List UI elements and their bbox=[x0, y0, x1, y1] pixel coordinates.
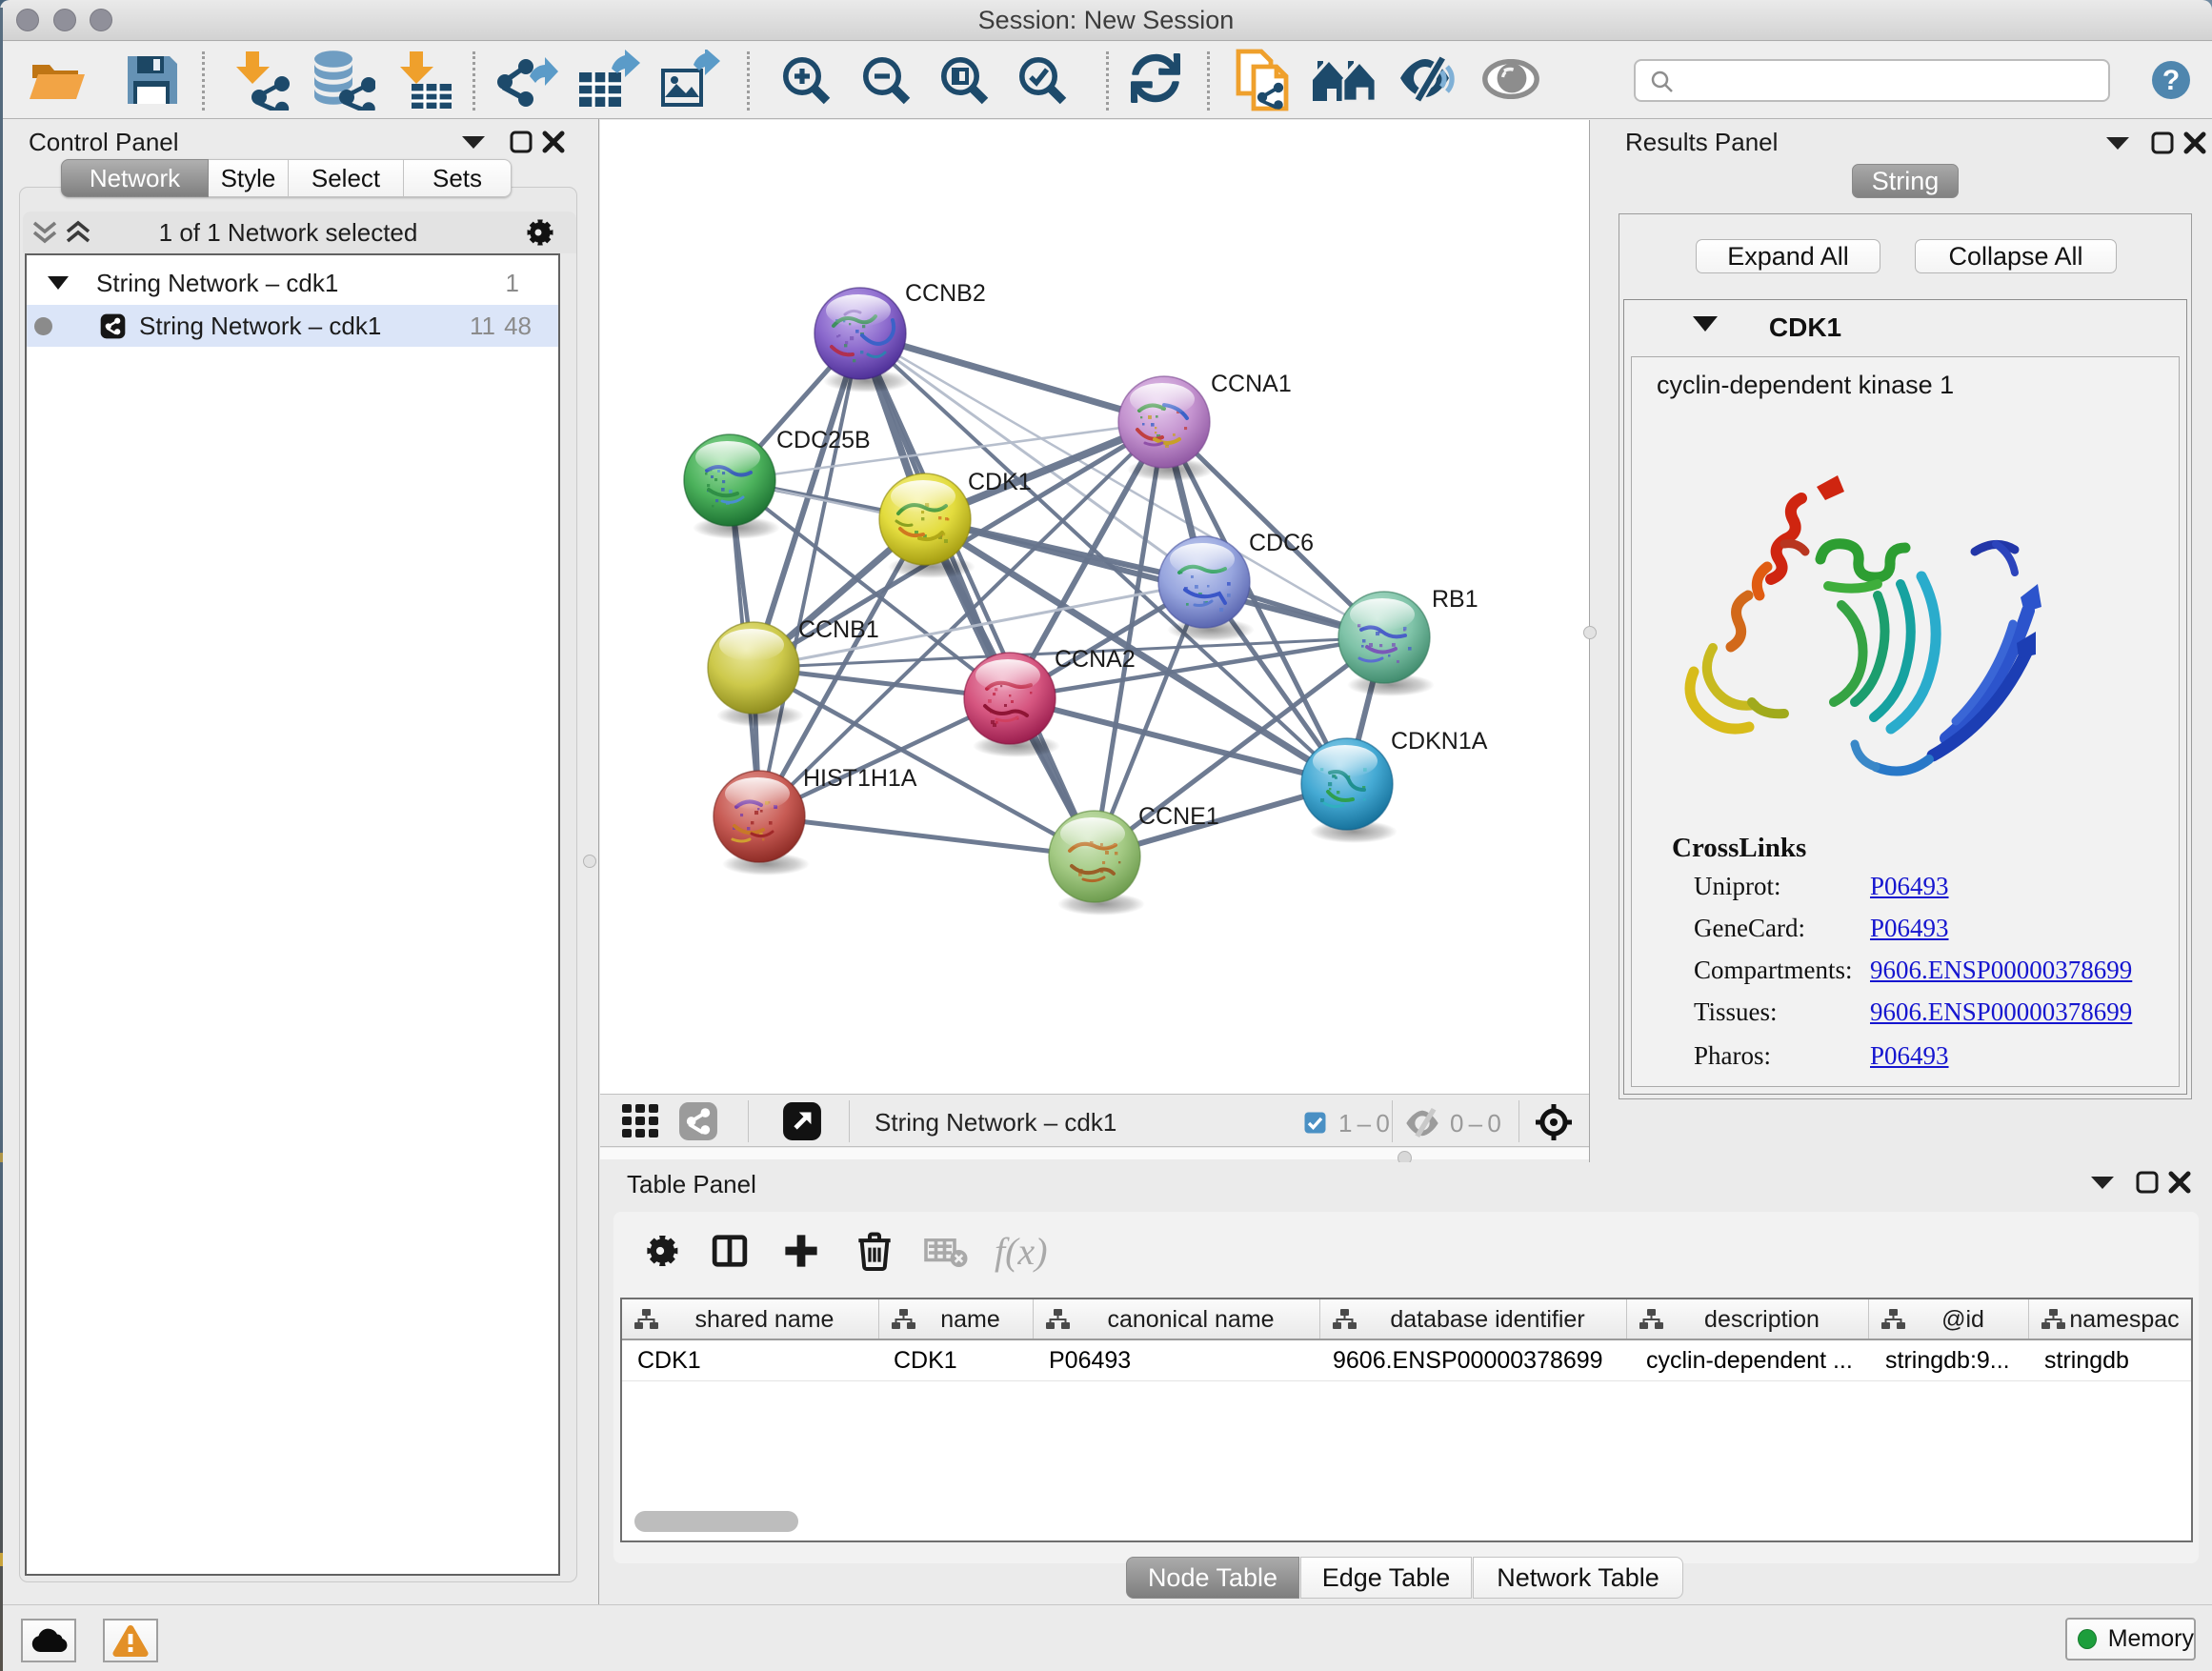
svg-text:?: ? bbox=[2162, 65, 2180, 96]
svg-text:CDKN1A: CDKN1A bbox=[1391, 728, 1488, 755]
svg-text:HIST1H1A: HIST1H1A bbox=[803, 765, 917, 792]
svg-text:CCNA2: CCNA2 bbox=[1055, 646, 1136, 673]
svg-text:CDC25B: CDC25B bbox=[776, 427, 871, 453]
svg-text:CCNB2: CCNB2 bbox=[905, 280, 986, 307]
svg-text:CCNB1: CCNB1 bbox=[798, 616, 879, 643]
svg-text:CCNA1: CCNA1 bbox=[1211, 371, 1292, 397]
svg-text:CDK1: CDK1 bbox=[968, 469, 1032, 495]
svg-text:CCNE1: CCNE1 bbox=[1138, 803, 1219, 830]
svg-text:RB1: RB1 bbox=[1432, 586, 1478, 613]
svg-text:CDC6: CDC6 bbox=[1249, 530, 1314, 556]
